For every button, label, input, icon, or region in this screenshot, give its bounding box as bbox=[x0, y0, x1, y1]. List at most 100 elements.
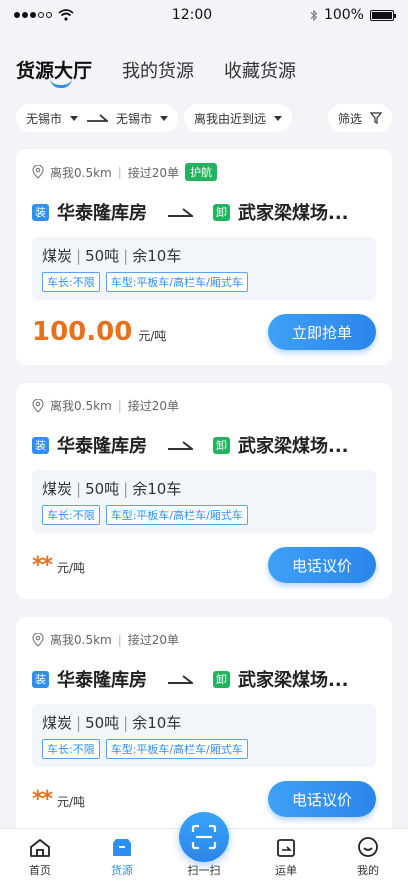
goods-summary: 煤炭 | 50吨 | 余10车 bbox=[42, 247, 182, 265]
status-bar: 12:00 100% bbox=[0, 0, 408, 30]
card-meta: 离我0.5km | 接过20单 bbox=[32, 631, 376, 648]
to-city-label: 无锡市 bbox=[116, 111, 153, 126]
unload-tag: 卸 bbox=[213, 203, 230, 221]
from-city-select[interactable]: 无锡市 无锡市 bbox=[16, 104, 179, 132]
cargo-box-icon bbox=[113, 839, 131, 856]
status-right: 100% bbox=[310, 7, 396, 23]
cargo-details: 煤炭 | 50吨 | 余10车 车长:不限 车型:平板车/高栏车/厢式车 bbox=[32, 470, 376, 533]
req-type: 车型:平板车/高栏车/厢式车 bbox=[105, 272, 248, 292]
caret-down-icon bbox=[160, 115, 169, 121]
waybill-icon bbox=[277, 839, 295, 857]
req-type: 车型:平板车/高栏车/厢式车 bbox=[105, 505, 248, 525]
tab-my-cargo[interactable]: 我的货源 bbox=[122, 57, 194, 83]
cargo-card[interactable]: 离我0.5km | 接过20单 护航 装 华泰隆库房 卸 武家梁煤场... 煤炭… bbox=[16, 149, 392, 365]
filter-button[interactable]: 筛选 bbox=[327, 104, 392, 132]
goods-remain: 余10车 bbox=[132, 480, 182, 498]
filter-bar: 无锡市 无锡市 离我由近到远 筛选 bbox=[16, 104, 392, 132]
cargo-card[interactable]: 离我0.5km | 接过20单 装 华泰隆库房 卸 武家梁煤场... 煤炭 | 50… bbox=[16, 617, 392, 833]
smile-icon bbox=[358, 837, 378, 857]
nav-waybill[interactable]: 运单 bbox=[260, 829, 312, 883]
goods-summary: 煤炭 | 50吨 | 余10车 bbox=[42, 714, 182, 732]
unload-tag: 卸 bbox=[213, 436, 230, 454]
status-left bbox=[14, 9, 74, 21]
scan-button[interactable] bbox=[179, 812, 229, 862]
to-place: 武家梁煤场... bbox=[238, 436, 349, 457]
caret-down-icon bbox=[70, 115, 79, 121]
sort-select[interactable]: 离我由近到远 bbox=[184, 104, 293, 132]
vehicle-requirements: 车长:不限 车型:平板车/高栏车/厢式车 bbox=[42, 739, 366, 759]
price-hidden: ** bbox=[32, 552, 53, 578]
price-block: ** 元/吨 bbox=[32, 553, 85, 578]
sort-label: 离我由近到远 bbox=[194, 111, 267, 126]
tab-bar: 货源大厅 我的货源 收藏货源 bbox=[16, 56, 296, 88]
distance-text: 离我0.5km bbox=[50, 633, 112, 647]
home-icon bbox=[30, 839, 50, 857]
meta-divider: | bbox=[117, 398, 122, 413]
goods-name: 煤炭 bbox=[42, 714, 73, 732]
load-tag: 装 bbox=[32, 203, 49, 221]
req-length: 车长:不限 bbox=[42, 505, 100, 525]
meta-divider: | bbox=[117, 165, 122, 179]
req-type: 车型:平板车/高栏车/厢式车 bbox=[105, 739, 248, 759]
location-icon bbox=[32, 632, 44, 647]
unload-tag: 卸 bbox=[213, 670, 230, 688]
price-value: 100.00 bbox=[32, 317, 133, 347]
from-place: 华泰隆库房 bbox=[57, 436, 147, 457]
card-footer: ** 元/吨 电话议价 bbox=[32, 547, 376, 583]
phone-negotiate-button[interactable]: 电话议价 bbox=[268, 547, 376, 583]
nav-cargo[interactable]: 货源 bbox=[96, 829, 148, 883]
distance-text: 离我0.5km bbox=[50, 165, 112, 180]
cargo-details: 煤炭 | 50吨 | 余10车 车长:不限 车型:平板车/高栏车/厢式车 bbox=[32, 237, 376, 300]
goods-name: 煤炭 bbox=[42, 480, 73, 498]
vehicle-requirements: 车长:不限 车型:平板车/高栏车/厢式车 bbox=[42, 505, 366, 525]
accepted-count: 接过20单 bbox=[127, 633, 180, 647]
to-place: 武家梁煤场... bbox=[238, 203, 349, 224]
goods-summary: 煤炭 | 50吨 | 余10车 bbox=[42, 480, 182, 498]
price-hidden: ** bbox=[32, 786, 53, 812]
tab-active-indicator bbox=[50, 78, 72, 88]
route-arrow-icon bbox=[168, 675, 193, 684]
nav-home-label: 首页 bbox=[29, 864, 51, 877]
nav-mine-label: 我的 bbox=[357, 864, 379, 877]
load-tag: 装 bbox=[32, 670, 49, 688]
caret-down-icon bbox=[274, 115, 283, 121]
nav-cargo-label: 货源 bbox=[111, 864, 133, 877]
card-meta: 离我0.5km | 接过20单 bbox=[32, 397, 376, 414]
price-unit: 元/吨 bbox=[138, 329, 167, 343]
vehicle-requirements: 车长:不限 车型:平板车/高栏车/厢式车 bbox=[42, 272, 366, 292]
battery-percent: 100% bbox=[323, 7, 364, 23]
route-arrow-icon bbox=[168, 208, 193, 217]
card-footer: 100.00 元/吨 立即抢单 bbox=[32, 314, 376, 350]
accepted-count: 接过20单 bbox=[127, 399, 180, 413]
nav-home[interactable]: 首页 bbox=[14, 829, 66, 883]
price-unit: 元/吨 bbox=[57, 794, 86, 809]
req-length: 车长:不限 bbox=[42, 272, 100, 292]
tab-favorite-cargo[interactable]: 收藏货源 bbox=[224, 57, 296, 83]
nav-mine[interactable]: 我的 bbox=[342, 829, 394, 883]
req-length: 车长:不限 bbox=[42, 739, 100, 759]
status-time: 12:00 bbox=[171, 7, 213, 23]
meta-divider: | bbox=[117, 632, 122, 647]
grab-order-button[interactable]: 立即抢单 bbox=[268, 314, 376, 350]
cargo-details: 煤炭 | 50吨 | 余10车 车长:不限 车型:平板车/高栏车/厢式车 bbox=[32, 704, 376, 767]
to-place: 武家梁煤场... bbox=[238, 670, 349, 691]
goods-name: 煤炭 bbox=[42, 247, 73, 265]
nav-scan-label: 扫一扫 bbox=[187, 864, 221, 877]
route: 装 华泰隆库房 卸 武家梁煤场... bbox=[32, 666, 376, 692]
phone-negotiate-button[interactable]: 电话议价 bbox=[268, 781, 376, 817]
goods-weight: 50吨 bbox=[85, 714, 120, 732]
route-arrow-icon bbox=[87, 114, 109, 122]
accepted-count: 接过20单 bbox=[127, 165, 180, 180]
location-icon bbox=[32, 165, 44, 179]
goods-weight: 50吨 bbox=[85, 247, 120, 265]
from-place: 华泰隆库房 bbox=[57, 670, 147, 691]
goods-weight: 50吨 bbox=[85, 480, 120, 498]
from-place: 华泰隆库房 bbox=[57, 203, 147, 224]
cargo-card[interactable]: 离我0.5km | 接过20单 装 华泰隆库房 卸 武家梁煤场... 煤炭 | 50… bbox=[16, 383, 392, 599]
signal-icon bbox=[14, 12, 52, 18]
battery-icon bbox=[369, 9, 396, 21]
bluetooth-icon bbox=[310, 9, 318, 21]
price-unit: 元/吨 bbox=[57, 560, 86, 575]
escort-badge: 护航 bbox=[185, 163, 218, 181]
price-block: ** 元/吨 bbox=[32, 787, 85, 812]
